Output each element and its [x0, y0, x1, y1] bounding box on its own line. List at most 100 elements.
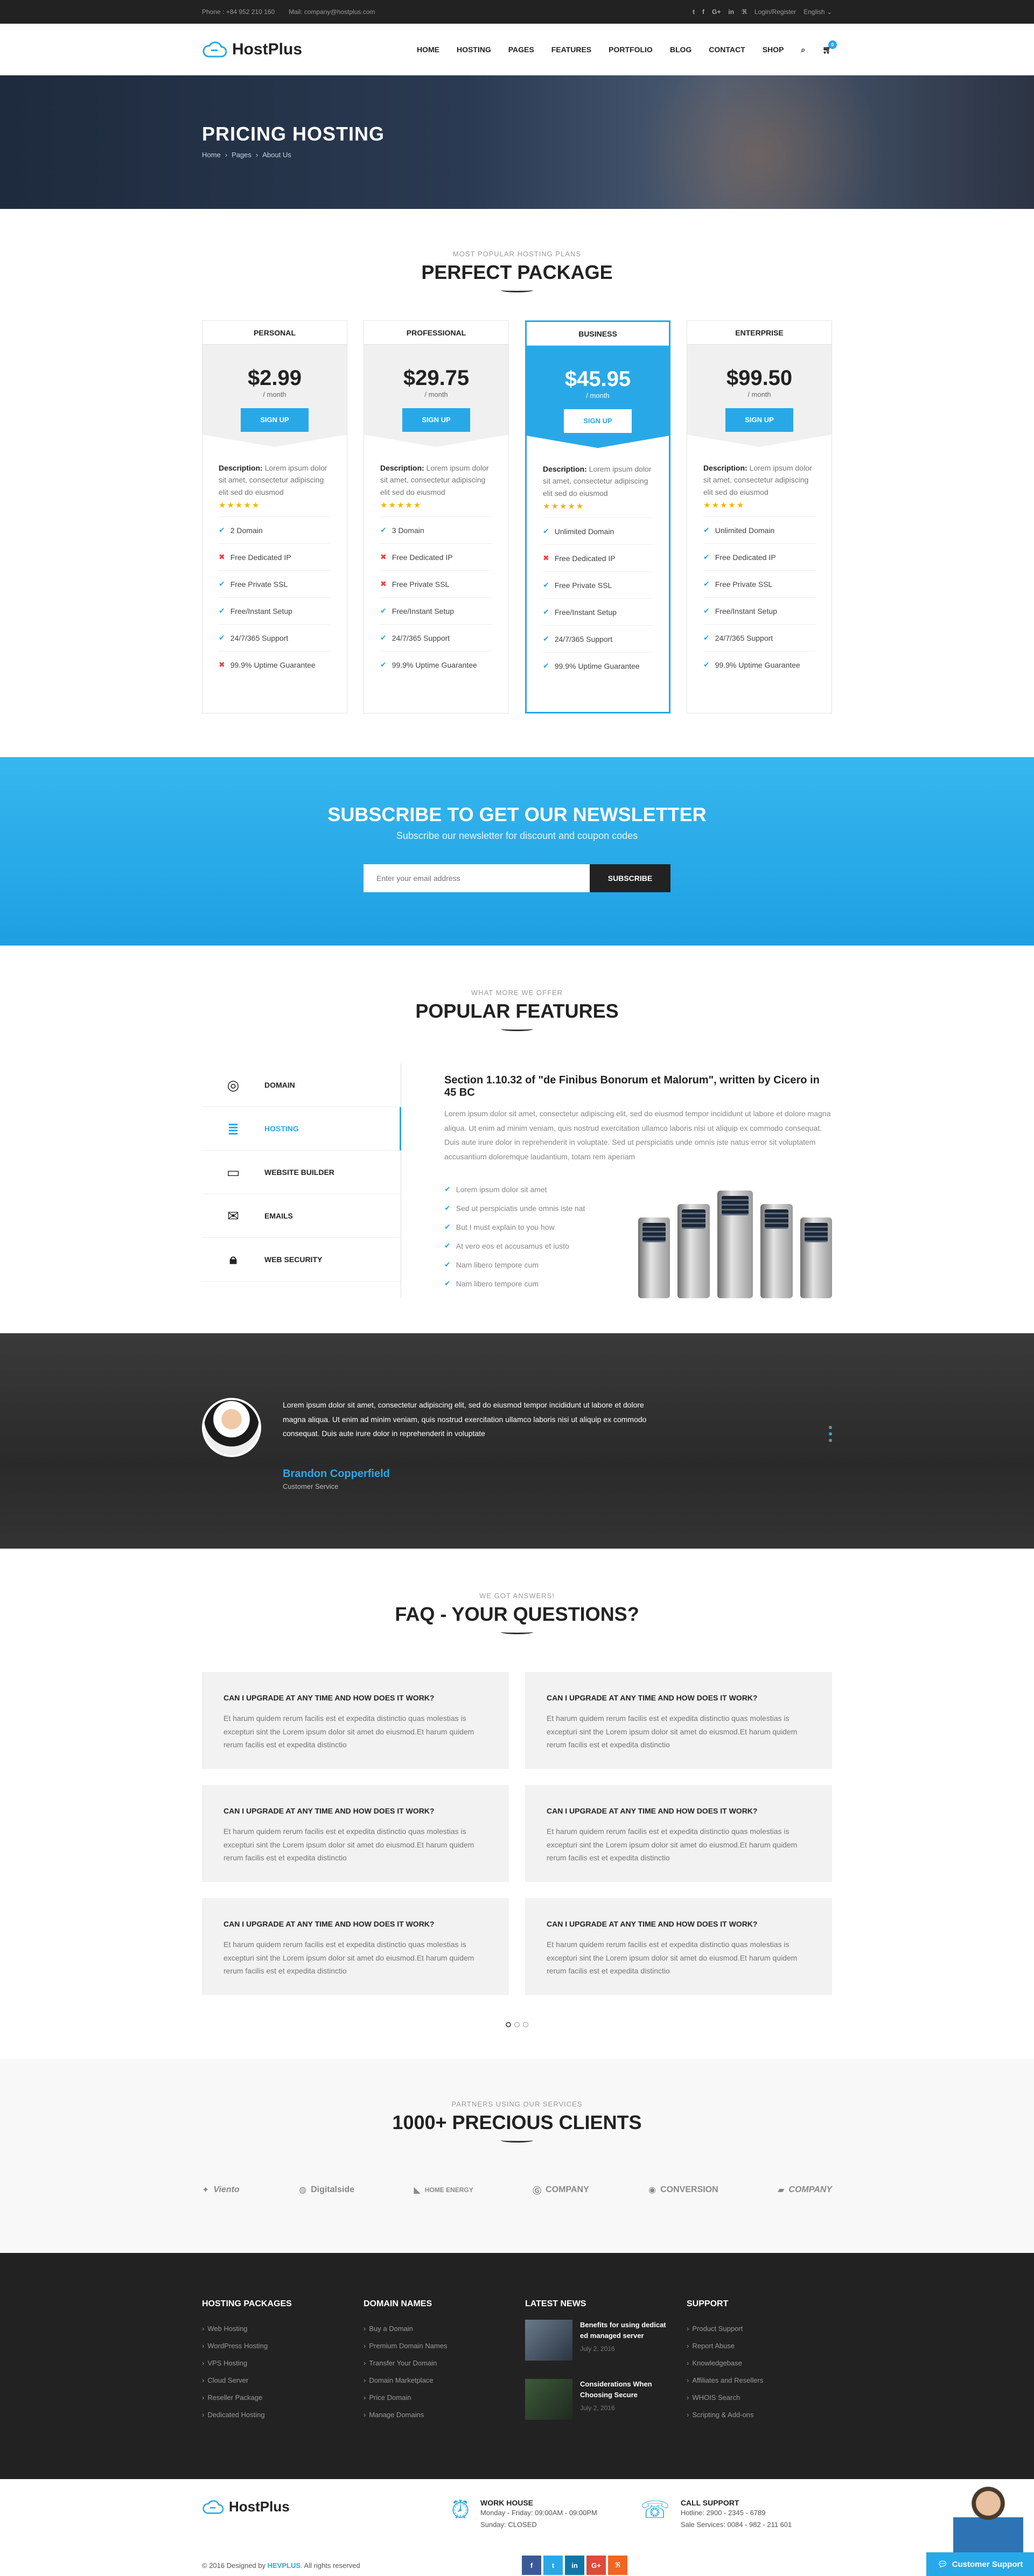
footer-logo[interactable]: HostPlus — [202, 2498, 290, 2515]
footer-link[interactable]: › Scripting & Add-ons — [687, 2406, 832, 2423]
sign-up-button[interactable]: SIGN UP — [241, 408, 309, 432]
client-logos: ✦ Viento ◍ Digitalside ◣ HOME ENERGY Ⓖ COMPA… — [202, 2175, 832, 2205]
footer-link[interactable]: › Knowledgebase — [687, 2354, 832, 2371]
nav-shop[interactable]: SHOP — [763, 45, 784, 54]
check-icon: ✔ — [543, 607, 549, 617]
tab-domain[interactable]: ◎ DOMAIN — [202, 1063, 401, 1107]
footer-link[interactable]: › Affiliates and Resellers — [687, 2371, 832, 2389]
faq-question: CAN I UPGRADE AT ANY TIME AND HOW DOES I… — [547, 1693, 758, 1702]
chevron-down-icon: ⌄ — [826, 8, 832, 16]
search-icon[interactable]: ⌕ — [801, 45, 805, 54]
client-logo-company-2[interactable]: ▰ COMPANY — [778, 2175, 832, 2205]
footer-link[interactable]: › Premium Domain Names — [364, 2337, 509, 2354]
nav-portfolio[interactable]: PORTFOLIO — [609, 45, 653, 54]
faq-item[interactable]: CAN I UPGRADE AT ANY TIME AND HOW DOES I… — [525, 1672, 832, 1769]
email-input[interactable] — [364, 864, 590, 892]
client-logo-digitalside[interactable]: ◍ Digitalside — [299, 2175, 354, 2205]
news-post[interactable]: Considerations When Choosing Secure July … — [525, 2379, 670, 2427]
breadcrumb-home[interactable]: Home — [202, 151, 221, 159]
tab-web-security[interactable]: 🔒︎ WEB SECURITY — [202, 1238, 401, 1282]
footer-link[interactable]: › Manage Domains — [364, 2406, 509, 2423]
sign-up-button[interactable]: SIGN UP — [725, 408, 793, 432]
linkedin-icon[interactable]: in — [728, 8, 734, 16]
faq-item[interactable]: CAN I UPGRADE AT ANY TIME AND HOW DOES I… — [202, 1672, 509, 1769]
pager-dot[interactable] — [514, 2022, 520, 2027]
faq-answer: Et harum quidem rerum facilis est et exp… — [223, 1940, 474, 1975]
check-item: ✔ Nam libero tempore cum — [444, 1255, 638, 1274]
pager-dot-active[interactable] — [829, 1432, 832, 1436]
google-plus-icon[interactable]: G+ — [712, 8, 721, 16]
tab-emails[interactable]: ✉ EMAILS — [202, 1194, 401, 1238]
google-plus-icon[interactable]: G+ — [586, 2556, 606, 2575]
mail-text: Mail: company@hostplus.com — [289, 8, 375, 16]
facebook-icon[interactable]: f — [522, 2556, 541, 2575]
copyright-brand[interactable]: HEVPLUS — [268, 2561, 301, 2570]
support-agent-avatar — [953, 2482, 1023, 2552]
client-logo-conversion[interactable]: ◉ CONVERSION — [648, 2175, 718, 2205]
newsletter-subtitle: Subscribe our newsletter for discount an… — [396, 830, 638, 841]
client-logo-viento[interactable]: ✦ Viento — [202, 2175, 240, 2205]
site-logo[interactable]: HostPlus — [202, 40, 302, 59]
footer-link[interactable]: › Price Domain — [364, 2389, 509, 2406]
customer-support-button[interactable]: 💬︎ Customer Support — [926, 2552, 1034, 2576]
footer-link[interactable]: › Report Abuse — [687, 2337, 832, 2354]
footer-link[interactable]: › Product Support — [687, 2320, 832, 2337]
pager-dot-active[interactable] — [506, 2022, 511, 2027]
news-post[interactable]: Benefits for using dedicat ed managed se… — [525, 2320, 670, 2368]
linkedin-icon[interactable]: in — [565, 2556, 584, 2575]
plan-price: $45.95 — [564, 367, 631, 391]
tab-hosting[interactable]: ≣ HOSTING — [202, 1107, 401, 1151]
faq-item[interactable]: CAN I UPGRADE AT ANY TIME AND HOW DOES I… — [525, 1785, 832, 1882]
footer-link[interactable]: › Dedicated Hosting — [202, 2406, 347, 2423]
faq-item[interactable]: CAN I UPGRADE AT ANY TIME AND HOW DOES I… — [525, 1898, 832, 1995]
twitter-icon[interactable]: t — [543, 2556, 563, 2575]
footer-link[interactable]: › Web Hosting — [202, 2320, 347, 2337]
rss-icon[interactable]: ℜ — [608, 2556, 627, 2575]
footer-link[interactable]: › Cloud Server — [202, 2371, 347, 2389]
footer-link-label: Web Hosting — [207, 2324, 248, 2333]
sign-up-button[interactable]: SIGN UP — [402, 408, 470, 432]
pager-dot[interactable] — [829, 1439, 832, 1442]
check-icon: ✔ — [380, 660, 387, 669]
nav-blog[interactable]: BLOG — [670, 45, 691, 54]
faq-item[interactable]: CAN I UPGRADE AT ANY TIME AND HOW DOES I… — [202, 1898, 509, 1995]
nav-home[interactable]: HOME — [417, 45, 439, 54]
feature-label: Free Dedicated IP — [554, 554, 616, 563]
footer-link-label: Price Domain — [369, 2393, 411, 2402]
cart-icon[interactable]: 🛒︎ 0 — [822, 40, 837, 54]
pricing-card-professional: PROFESSIONAL $29.75 / month SIGN UP Desc… — [364, 320, 509, 713]
faq-item[interactable]: CAN I UPGRADE AT ANY TIME AND HOW DOES I… — [202, 1785, 509, 1882]
footer-link-label: Manage Domains — [369, 2410, 424, 2419]
footer-link[interactable]: › Domain Marketplace — [364, 2371, 509, 2389]
nav-contact[interactable]: CONTACT — [709, 45, 745, 54]
pager-dot[interactable] — [829, 1426, 832, 1429]
nav-hosting[interactable]: HOSTING — [457, 45, 491, 54]
pager-dot[interactable] — [523, 2022, 528, 2027]
plan-feature: ✔ Free/Instant Setup — [703, 597, 815, 624]
rss-icon[interactable]: ℜ — [742, 8, 747, 16]
footer-link[interactable]: › Reseller Package — [202, 2389, 347, 2406]
footer-link[interactable]: › WHOIS Search — [687, 2389, 832, 2406]
breadcrumb-pages[interactable]: Pages — [232, 151, 251, 159]
footer-link[interactable]: › VPS Hosting — [202, 2354, 347, 2371]
nav-features[interactable]: FEATURES — [551, 45, 591, 54]
footer-link[interactable]: › Transfer Your Domain — [364, 2354, 509, 2371]
faq-answer: Et harum quidem rerum facilis est et exp… — [547, 1940, 798, 1975]
footer-link[interactable]: › Buy a Domain — [364, 2320, 509, 2337]
description-label: Description: — [543, 465, 587, 473]
tab-website-builder[interactable]: ▭ WEBSITE BUILDER — [202, 1151, 401, 1194]
client-logo-company[interactable]: Ⓖ COMPANY — [533, 2175, 589, 2205]
lock-icon: 🔒︎ — [229, 1251, 237, 1267]
subscribe-button[interactable]: SUBSCRIBE — [590, 864, 670, 892]
nav-pages[interactable]: PAGES — [508, 45, 534, 54]
login-register-link[interactable]: Login/Register — [754, 8, 796, 16]
features-subtitle: WHAT MORE WE OFFER — [471, 989, 563, 997]
sign-up-button[interactable]: SIGN UP — [564, 409, 632, 433]
news-thumbnail — [525, 2320, 572, 2361]
client-logo-home-energy[interactable]: ◣ HOME ENERGY — [414, 2175, 473, 2205]
footer-link[interactable]: › WordPress Hosting — [202, 2337, 347, 2354]
twitter-icon[interactable]: t — [693, 8, 695, 16]
language-select[interactable]: English ⌄ — [804, 8, 832, 16]
footer-heading: DOMAIN NAMES — [364, 2299, 432, 2308]
facebook-icon[interactable]: f — [702, 8, 704, 16]
